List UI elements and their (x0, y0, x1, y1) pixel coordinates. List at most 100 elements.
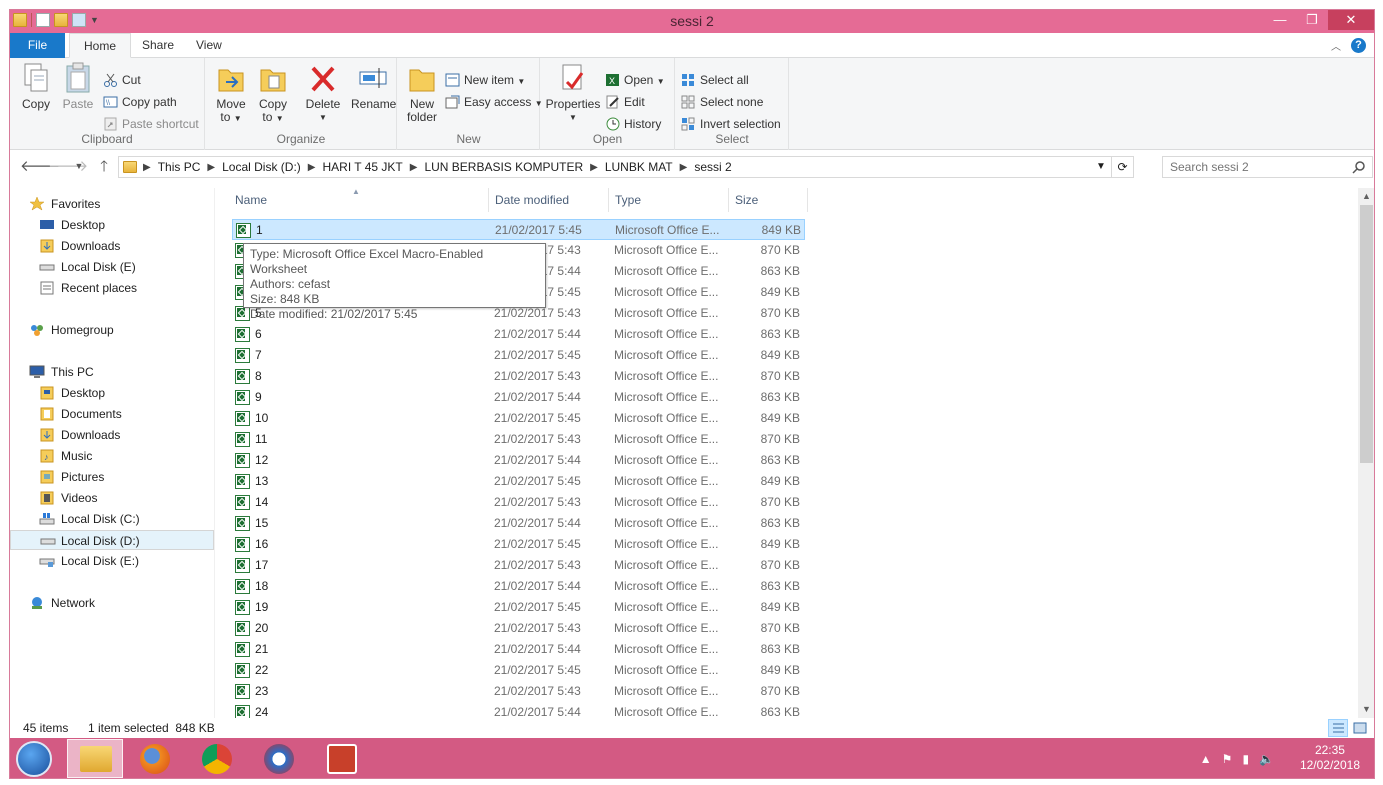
nav-pc-downloads[interactable]: Downloads (39, 425, 120, 445)
action-center-flag-icon[interactable]: ⚑ (1222, 752, 1233, 766)
nav-this-pc[interactable]: This PC (29, 362, 94, 382)
nav-pc-pictures[interactable]: Pictures (39, 467, 104, 487)
nav-pc-videos[interactable]: Videos (39, 488, 97, 508)
nav-favorites[interactable]: Favorites (29, 194, 100, 214)
file-row[interactable]: 24 21/02/2017 5:44 Microsoft Office E... 86… (232, 702, 805, 718)
recent-locations-chevron-icon[interactable]: ▼ (72, 157, 86, 177)
properties-button[interactable]: Properties ▼ (545, 62, 601, 124)
taskbar-file-explorer[interactable] (67, 739, 123, 778)
file-row[interactable]: 14 21/02/2017 5:43 Microsoft Office E... 87… (232, 492, 805, 513)
close-button[interactable]: ✕ (1328, 10, 1374, 30)
tab-view[interactable]: View (182, 33, 236, 58)
nav-fav-downloads[interactable]: Downloads (39, 236, 120, 256)
search-icon[interactable] (1352, 160, 1366, 174)
paste-shortcut-button[interactable]: Paste shortcut (103, 115, 199, 133)
select-none-button[interactable]: Select none (681, 93, 763, 111)
nav-pc-desktop[interactable]: Desktop (39, 383, 105, 403)
new-folder-button[interactable]: New folder (400, 62, 444, 124)
chevron-right-icon[interactable]: ▶ (141, 162, 153, 173)
address-dropdown-icon[interactable]: ▼ (1091, 157, 1111, 177)
nav-fav-desktop[interactable]: Desktop (39, 215, 105, 235)
tab-file[interactable]: File (10, 33, 65, 58)
taskbar-safeexam[interactable] (251, 739, 307, 778)
nav-fav-local-disk-e[interactable]: Local Disk (E) (39, 257, 136, 277)
cut-button[interactable]: Cut (103, 71, 141, 89)
back-arrow-icon[interactable]: 🡐 (20, 157, 60, 177)
nav-pc-local-disk-e[interactable]: Local Disk (E:) (39, 551, 139, 571)
large-icons-view-icon[interactable] (1350, 719, 1370, 737)
show-hidden-icons-chevron-icon[interactable]: ▲ (1200, 752, 1212, 766)
scroll-down-icon[interactable]: ▼ (1358, 701, 1374, 718)
file-row[interactable]: 16 21/02/2017 5:45 Microsoft Office E... 84… (232, 534, 805, 555)
chevron-right-icon[interactable]: ▶ (408, 162, 420, 173)
file-row[interactable]: 15 21/02/2017 5:44 Microsoft Office E... 86… (232, 513, 805, 534)
breadcrumb-item[interactable]: sessi 2 (689, 160, 736, 174)
nav-fav-recent-places[interactable]: Recent places (39, 278, 137, 298)
nav-network[interactable]: Network (29, 593, 95, 613)
scroll-thumb[interactable] (1360, 205, 1373, 463)
start-button[interactable] (16, 741, 52, 777)
file-row[interactable]: 20 21/02/2017 5:43 Microsoft Office E... 87… (232, 618, 805, 639)
move-to-button[interactable]: Move to ▼ (209, 62, 253, 125)
file-row[interactable]: 9 21/02/2017 5:44 Microsoft Office E... 863… (232, 387, 805, 408)
file-row[interactable]: 6 21/02/2017 5:44 Microsoft Office E... 863… (232, 324, 805, 345)
file-row[interactable]: 1 21/02/2017 5:45 Microsoft Office E... 849… (232, 219, 805, 240)
invert-selection-button[interactable]: Invert selection (681, 115, 781, 133)
chevron-right-icon[interactable]: ▶ (678, 162, 690, 173)
chevron-right-icon[interactable]: ▶ (205, 162, 217, 173)
edit-button[interactable]: Edit (605, 93, 645, 111)
column-header-name[interactable]: Name ▲ (230, 188, 489, 212)
history-button[interactable]: History (605, 115, 661, 133)
nav-pc-local-disk-c[interactable]: Local Disk (C:) (39, 509, 140, 529)
tab-home[interactable]: Home (69, 33, 132, 58)
copy-button[interactable]: Copy (14, 62, 58, 111)
taskbar-chrome[interactable] (189, 739, 245, 778)
address-bar[interactable]: ▶ This PC ▶ Local Disk (D:) ▶ HARI T 45 … (118, 156, 1134, 178)
file-row[interactable]: 12 21/02/2017 5:44 Microsoft Office E... 86… (232, 450, 805, 471)
breadcrumb-item[interactable]: Local Disk (D:) (217, 160, 306, 174)
taskbar-firefox[interactable] (127, 739, 183, 778)
file-row[interactable]: 13 21/02/2017 5:45 Microsoft Office E... 84… (232, 471, 805, 492)
column-header-size[interactable]: Size (730, 188, 808, 212)
up-arrow-icon[interactable]: 🡑 (94, 157, 114, 177)
open-button[interactable]: X Open ▼ (605, 71, 665, 89)
file-row[interactable]: 10 21/02/2017 5:45 Microsoft Office E... 84… (232, 408, 805, 429)
chevron-right-icon[interactable]: ▶ (588, 162, 600, 173)
taskbar-presentation[interactable] (314, 739, 370, 778)
nav-homegroup[interactable]: Homegroup (29, 320, 114, 340)
file-row[interactable]: 23 21/02/2017 5:43 Microsoft Office E... 87… (232, 681, 805, 702)
nav-pc-local-disk-d[interactable]: Local Disk (D:) (10, 530, 214, 550)
easy-access-button[interactable]: Easy access ▼ (445, 93, 543, 111)
refresh-icon[interactable]: ⟳ (1111, 157, 1133, 177)
taskbar-clock[interactable]: 22:35 12/02/2018 (1300, 743, 1360, 773)
nav-pc-documents[interactable]: Documents (39, 404, 122, 424)
paste-button[interactable]: Paste (56, 62, 100, 111)
breadcrumb-item[interactable]: LUN BERBASIS KOMPUTER (419, 160, 588, 174)
rename-button[interactable]: Rename (351, 62, 396, 111)
select-all-button[interactable]: Select all (681, 71, 749, 89)
file-row[interactable]: 8 21/02/2017 5:43 Microsoft Office E... 870… (232, 366, 805, 387)
nav-pc-music[interactable]: ♪ Music (39, 446, 92, 466)
details-view-icon[interactable] (1328, 719, 1348, 737)
file-row[interactable]: 7 21/02/2017 5:45 Microsoft Office E... 849… (232, 345, 805, 366)
file-row[interactable]: 21 21/02/2017 5:44 Microsoft Office E... 86… (232, 639, 805, 660)
copy-to-button[interactable]: Copy to ▼ (251, 62, 295, 125)
power-icon[interactable]: ▮ (1242, 752, 1249, 766)
restore-button[interactable]: ❐ (1296, 10, 1328, 30)
search-box[interactable] (1162, 156, 1373, 178)
scroll-up-icon[interactable]: ▲ (1358, 188, 1374, 205)
help-icon[interactable]: ? (1351, 38, 1366, 53)
column-header-date[interactable]: Date modified (490, 188, 609, 212)
delete-button[interactable]: Delete ▼ (301, 62, 345, 124)
file-row[interactable]: 18 21/02/2017 5:44 Microsoft Office E... 86… (232, 576, 805, 597)
new-item-button[interactable]: New item ▼ (445, 71, 525, 89)
collapse-ribbon-icon[interactable]: ︿ (1331, 38, 1341, 53)
tab-share[interactable]: Share (128, 33, 188, 58)
volume-icon[interactable]: 🔈 (1259, 752, 1274, 766)
file-row[interactable]: 19 21/02/2017 5:45 Microsoft Office E... 84… (232, 597, 805, 618)
vertical-scrollbar[interactable]: ▲ ▼ (1358, 188, 1374, 718)
breadcrumb-item[interactable]: HARI T 45 JKT (317, 160, 407, 174)
breadcrumb-item[interactable]: This PC (153, 160, 206, 174)
forward-arrow-icon[interactable]: 🡒 (48, 157, 88, 177)
breadcrumb-item[interactable]: LUNBK MAT (600, 160, 678, 174)
